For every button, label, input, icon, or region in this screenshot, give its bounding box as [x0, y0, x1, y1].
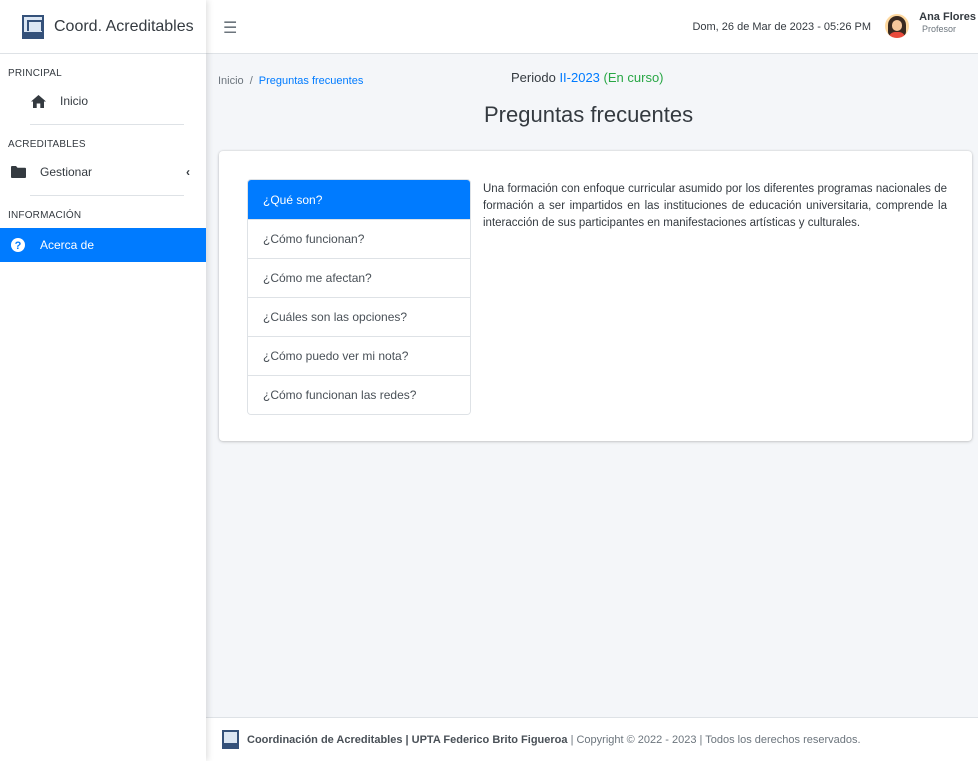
page-title: Preguntas frecuentes: [484, 102, 694, 127]
folder-icon: [10, 166, 26, 178]
menu-toggle-icon[interactable]: ☰: [223, 18, 237, 38]
faq-item-ver-nota[interactable]: ¿Cómo puedo ver mi nota?: [248, 336, 470, 375]
breadcrumb: Inicio / Preguntas frecuentes: [218, 75, 363, 87]
sidebar-item-label: Acerca de: [40, 238, 95, 252]
current-datetime: Dom, 26 de Mar de 2023 - 05:26 PM: [692, 21, 871, 33]
footer-copyright: | Copyright © 2022 - 2023 | Todos los de…: [570, 733, 861, 746]
faq-answer: Una formación con enfoque curricular asu…: [483, 183, 947, 229]
sidebar-item-inicio[interactable]: Inicio: [0, 84, 206, 118]
faq-item-como-funcionan[interactable]: ¿Cómo funcionan?: [248, 219, 470, 258]
nav-header-principal: PRINCIPAL: [8, 68, 62, 79]
brand[interactable]: Coord. Acreditables: [0, 0, 206, 54]
chevron-left-icon[interactable]: ‹: [186, 165, 190, 179]
periodo-label: Periodo: [511, 70, 556, 85]
nav-header-informacion: INFORMACIÓN: [8, 210, 82, 221]
footer-logo-icon: [222, 730, 239, 749]
user-avatar[interactable]: [885, 14, 909, 38]
footer-org: Coordinación de Acreditables | UPTA Fede…: [247, 733, 568, 746]
sidebar-item-label: Inicio: [60, 94, 89, 108]
faq-item-que-son[interactable]: ¿Qué son?: [248, 180, 470, 219]
brand-logo-icon: [22, 14, 44, 39]
home-icon: [30, 94, 46, 108]
breadcrumb-home-link[interactable]: Inicio: [218, 75, 244, 87]
sidebar-divider: [30, 195, 184, 196]
breadcrumb-separator: /: [249, 75, 253, 87]
faq-item-como-me-afectan[interactable]: ¿Cómo me afectan?: [248, 258, 470, 297]
sidebar-item-label: Gestionar: [40, 165, 93, 179]
faq-item-redes[interactable]: ¿Cómo funcionan las redes?: [248, 375, 470, 414]
faq-list: ¿Qué son? ¿Cómo funcionan? ¿Cómo me afec…: [247, 179, 471, 415]
breadcrumb-current: Preguntas frecuentes: [258, 75, 364, 87]
sidebar: Coord. Acreditables PRINCIPAL Inicio ACR…: [0, 0, 206, 761]
periodo-indicator: Periodo II-2023 (En curso): [511, 70, 664, 85]
nav-header-acreditables: ACREDITABLES: [8, 139, 86, 150]
faq-item-opciones[interactable]: ¿Cuáles son las opciones?: [248, 297, 470, 336]
topbar: ☰ Dom, 26 de Mar de 2023 - 05:26 PM Ana …: [206, 0, 978, 54]
user-role: Profesor: [921, 24, 956, 34]
user-name[interactable]: Ana Flores: [919, 11, 976, 23]
sidebar-item-gestionar[interactable]: Gestionar ‹: [0, 155, 206, 189]
footer: Coordinación de Acreditables | UPTA Fede…: [206, 717, 978, 761]
sidebar-item-acerca-de[interactable]: ? Acerca de: [0, 228, 206, 262]
question-circle-icon: ?: [10, 238, 26, 252]
svg-text:?: ?: [15, 240, 22, 252]
brand-title: Coord. Acreditables: [54, 17, 194, 35]
periodo-code: II-2023: [559, 70, 600, 85]
faq-card: ¿Qué son? ¿Cómo funcionan? ¿Cómo me afec…: [219, 151, 972, 441]
sidebar-divider: [30, 124, 184, 125]
periodo-status: (En curso): [603, 70, 664, 85]
